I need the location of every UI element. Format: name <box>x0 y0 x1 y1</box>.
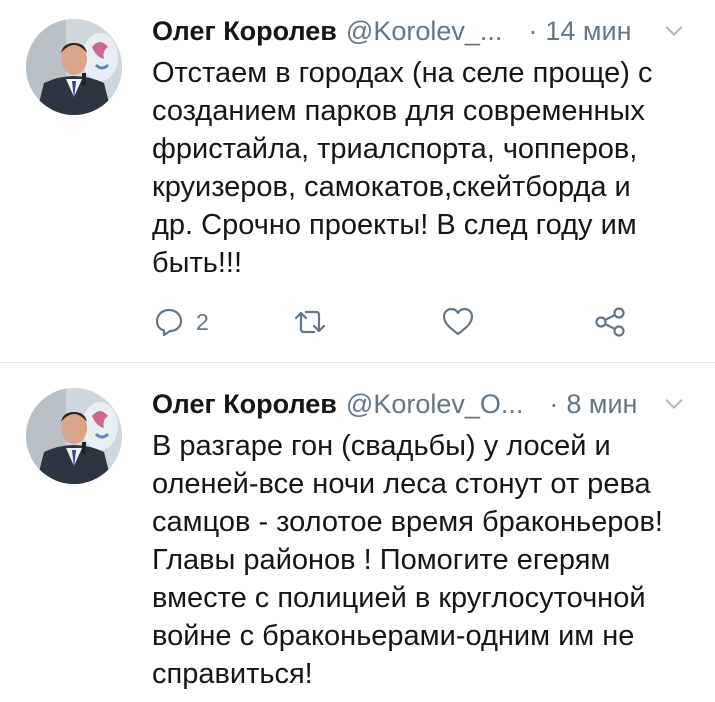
timestamp[interactable]: 8 мин <box>566 385 637 423</box>
tweet-header: Олег Королев @Korolev_O... · 8 мин <box>152 385 691 423</box>
tweet[interactable]: Олег Королев @Korolev_O... · 8 мин В раз… <box>0 363 715 702</box>
avatar-photo <box>26 388 122 484</box>
avatar[interactable] <box>26 388 122 484</box>
author-handle[interactable]: @Korolev_O... <box>346 385 523 423</box>
author-name[interactable]: Олег Королев <box>152 12 337 50</box>
author-name[interactable]: Олег Королев <box>152 385 337 423</box>
separator-dot: · <box>528 16 538 46</box>
tweet-text: Отстаем в городах (на селе проще) с созд… <box>152 57 653 279</box>
share-button[interactable] <box>592 297 628 347</box>
tweet-text: В разгаре гон (свадьбы) у лосей и оленей… <box>152 430 663 690</box>
like-icon <box>442 307 474 336</box>
reply-count: 2 <box>196 308 209 335</box>
chevron-down-icon[interactable] <box>663 393 685 415</box>
separator-dot: · <box>549 389 559 419</box>
reply-button[interactable]: 2 <box>152 297 209 347</box>
author-handle[interactable]: @Korolev_... <box>346 12 502 50</box>
retweet-button[interactable] <box>290 297 330 347</box>
chevron-down-icon[interactable] <box>663 20 685 42</box>
like-button[interactable] <box>440 297 476 347</box>
avatar-photo <box>26 19 122 115</box>
retweet-icon <box>294 310 326 334</box>
reply-icon <box>155 308 183 337</box>
avatar[interactable] <box>26 19 122 115</box>
tweet-header: Олег Королев @Korolev_... · 14 мин <box>152 12 691 50</box>
share-icon <box>595 307 625 337</box>
tweet[interactable]: Олег Королев @Korolev_... · 14 мин Отста… <box>0 0 715 363</box>
timestamp[interactable]: 14 мин <box>545 12 631 50</box>
tweet-actions: 2 <box>152 297 691 347</box>
